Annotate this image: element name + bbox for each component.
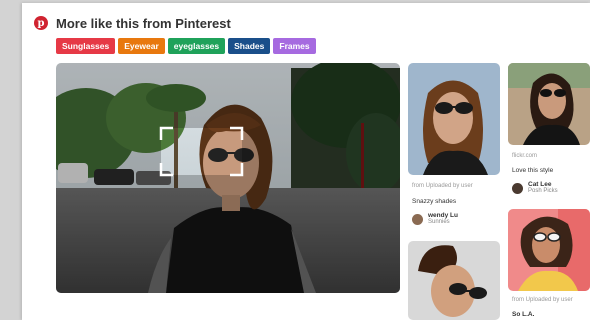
avatar — [412, 213, 423, 225]
pin-card-1[interactable] — [408, 63, 500, 175]
pin-image — [508, 209, 590, 291]
user-name: wendy Lu — [428, 212, 458, 219]
pin-card-2[interactable] — [508, 63, 590, 145]
pin-image — [408, 241, 500, 320]
tag-bar: Sunglasses Eyewear eyeglasses Shades Fra… — [56, 38, 316, 54]
pin-card-3[interactable] — [408, 241, 500, 320]
pin-user[interactable]: Cat Lee Posh Picks — [512, 181, 558, 195]
pin-user[interactable]: wendy Lu Sunnies — [412, 212, 458, 226]
pin-card-4[interactable] — [508, 209, 590, 291]
panel-title: More like this from Pinterest — [56, 15, 231, 31]
visual-search-selector[interactable] — [56, 63, 400, 293]
user-name[interactable]: So L.A. — [512, 311, 534, 318]
tag-shades[interactable]: Shades — [228, 38, 271, 54]
pin-description: Love this style — [512, 167, 554, 174]
pin-image — [508, 63, 590, 145]
tag-eyewear[interactable]: Eyewear — [118, 38, 165, 54]
tag-sunglasses[interactable]: Sunglasses — [56, 38, 116, 54]
user-name: Cat Lee — [528, 181, 552, 188]
user-board: Posh Picks — [528, 188, 558, 194]
pin-image — [408, 63, 500, 175]
avatar — [512, 182, 523, 194]
panel-header: p More like this from Pinterest — [34, 13, 231, 33]
tag-eyeglasses[interactable]: eyeglasses — [167, 38, 226, 54]
pinterest-results-panel: p More like this from Pinterest Sunglass… — [22, 3, 590, 320]
user-board: Sunnies — [428, 219, 450, 225]
pinterest-logo-icon[interactable]: p — [34, 16, 48, 30]
main-photo[interactable] — [56, 63, 400, 293]
pin-description: Snazzy shades — [412, 198, 457, 205]
pin-source: from Uploaded by user — [512, 297, 573, 303]
pin-source: from Uploaded by user — [412, 183, 473, 189]
tag-frames[interactable]: Frames — [273, 38, 316, 54]
pin-source: flickr.com — [512, 153, 538, 159]
